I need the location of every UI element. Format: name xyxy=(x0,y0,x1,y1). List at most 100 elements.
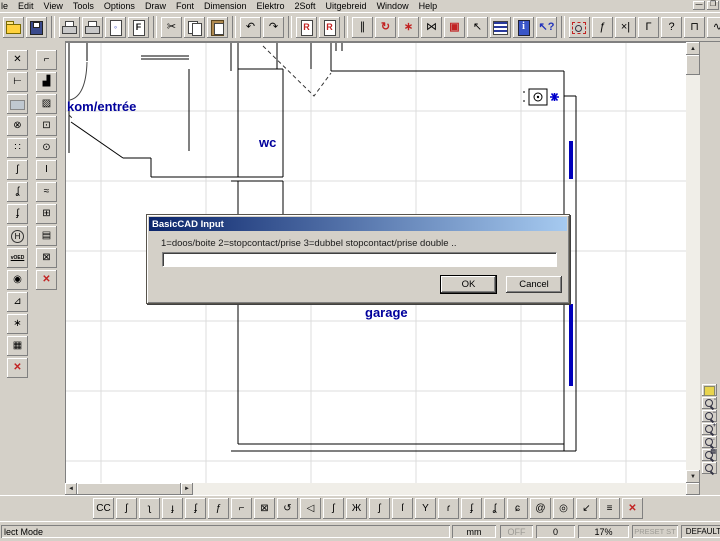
wire-line-button[interactable]: ∿ xyxy=(707,16,720,38)
menu-item-view[interactable]: View xyxy=(44,1,63,11)
line-snap-button[interactable]: ∗ xyxy=(398,16,419,38)
mirror-button[interactable]: ⋈ xyxy=(421,16,442,38)
menu-item-help[interactable]: Help xyxy=(419,1,438,11)
print-button[interactable] xyxy=(59,16,80,38)
menu-item-tools[interactable]: Tools xyxy=(73,1,94,11)
switch-10-button[interactable]: ʄ xyxy=(461,498,482,519)
blank-swatch-button[interactable] xyxy=(7,94,28,114)
dialog-input[interactable] xyxy=(162,252,557,267)
open-file-button[interactable] xyxy=(3,16,24,38)
flag-symbol-button[interactable]: ⊿ xyxy=(7,292,28,312)
cancel-button[interactable]: Cancel xyxy=(506,276,562,293)
panel-table-button[interactable]: ≡ xyxy=(599,498,620,519)
fan-symbol-button[interactable]: ∗ xyxy=(7,314,28,334)
redline-button[interactable]: R xyxy=(296,16,317,38)
star-box-tool-button[interactable]: ⊞ xyxy=(36,204,57,224)
switch-7-button[interactable]: ʃ xyxy=(369,498,390,519)
context-help-button[interactable]: ↖? xyxy=(536,16,557,38)
menu-item-options[interactable]: Options xyxy=(104,1,135,11)
horizontal-scrollbar[interactable]: ◄ ► xyxy=(65,483,686,495)
box-point-tool-button[interactable]: ⊡ xyxy=(36,116,57,136)
cut-button[interactable]: ✂ xyxy=(161,16,182,38)
zoom-window-tool-button[interactable]: ▫ xyxy=(702,397,717,409)
lamp-arrow-button[interactable]: ◁ xyxy=(300,498,321,519)
ibeam-tool-button[interactable]: Ι xyxy=(36,160,57,180)
minimize-icon[interactable]: — xyxy=(693,1,705,10)
status-preset[interactable]: PRESET ST xyxy=(632,525,678,538)
x-box-tool-button[interactable]: ⊠ xyxy=(36,248,57,268)
switch-single-symbol-button[interactable]: ʃ xyxy=(7,160,28,180)
corner-trim-button[interactable]: Γ xyxy=(638,16,659,38)
stats-tool-button[interactable]: ▟ xyxy=(36,72,57,92)
undo-button[interactable]: ↶ xyxy=(240,16,261,38)
dialog-titlebar[interactable]: BasicCAD Input xyxy=(149,217,567,231)
erase-symbol-button[interactable]: ✕ xyxy=(7,50,28,70)
scroll-up-button[interactable]: ▲ xyxy=(686,42,700,55)
h-circle-symbol-button[interactable]: H xyxy=(7,226,28,246)
zoom-page-tool-button[interactable]: ▤ xyxy=(702,449,717,461)
pointer-down-button[interactable]: ↙ xyxy=(576,498,597,519)
dimension-style-button[interactable]: ⊓ xyxy=(684,16,705,38)
select-box-button[interactable]: ▣ xyxy=(444,16,465,38)
redo-button[interactable]: ↷ xyxy=(263,16,284,38)
lamp-symbol-button[interactable]: ⊗ xyxy=(7,116,28,136)
switch-double-symbol-button[interactable]: ʄ xyxy=(7,204,28,224)
status-snap-toggle[interactable]: OFF xyxy=(500,525,533,538)
clock-symbol-button[interactable]: ↺ xyxy=(277,498,298,519)
scroll-left-button[interactable]: ◄ xyxy=(65,483,77,495)
dash-line-button[interactable]: ⌐ xyxy=(231,498,252,519)
maximize-icon[interactable]: ❐ xyxy=(707,1,719,10)
menu-item-edit[interactable]: Edit xyxy=(18,1,34,11)
parallel-lines-button[interactable]: ∥ xyxy=(352,16,373,38)
switch-3-button[interactable]: ɟ xyxy=(162,498,183,519)
delete-bottom-button[interactable]: ✕ xyxy=(622,498,643,519)
zoom-extents-tool-button[interactable]: ↔ xyxy=(702,436,717,448)
switch-2-button[interactable]: ʅ xyxy=(139,498,160,519)
menu-item-uitgebreid[interactable]: Uitgebreid xyxy=(326,1,367,11)
yellow-tool-button[interactable] xyxy=(702,384,717,396)
delete-symbol-button[interactable]: ✕ xyxy=(7,358,28,378)
hatch-tool-button[interactable]: ▨ xyxy=(36,94,57,114)
spot-symbol-button[interactable]: ◉ xyxy=(7,270,28,290)
horizontal-scroll-thumb[interactable] xyxy=(77,483,181,495)
copy-button[interactable] xyxy=(184,16,205,38)
scroll-right-button[interactable]: ► xyxy=(181,483,193,495)
switch-4-button[interactable]: ʄ xyxy=(185,498,206,519)
switch-pull-symbol-button[interactable]: ʆ xyxy=(7,182,28,202)
paste-button[interactable] xyxy=(207,16,228,38)
info-button[interactable]: i xyxy=(513,16,534,38)
switch-8-button[interactable]: ſ xyxy=(392,498,413,519)
dash-box-tool-button[interactable]: ▤ xyxy=(36,226,57,246)
socket-h-button[interactable]: ◎ xyxy=(553,498,574,519)
switch-12-button[interactable]: ɕ xyxy=(507,498,528,519)
switch-11-button[interactable]: ʆ xyxy=(484,498,505,519)
switch-6-button[interactable]: ʃ xyxy=(323,498,344,519)
delete-entity-button[interactable]: ×| xyxy=(615,16,636,38)
function-edit-button[interactable]: ƒ xyxy=(592,16,613,38)
socket-a-button[interactable]: @ xyxy=(530,498,551,519)
menu-item-font[interactable]: Font xyxy=(176,1,194,11)
rotate-button[interactable]: ↻ xyxy=(375,16,396,38)
help-button[interactable]: ? xyxy=(661,16,682,38)
switch-9-button[interactable]: ɾ xyxy=(438,498,459,519)
menu-item-le[interactable]: le xyxy=(1,1,8,11)
timer-box-button[interactable]: ⊠ xyxy=(254,498,275,519)
zoom-window-button[interactable] xyxy=(569,16,590,38)
save-button[interactable] xyxy=(26,16,47,38)
corner-tool-button[interactable]: ⌐ xyxy=(36,50,57,70)
layer-list-button[interactable] xyxy=(490,16,511,38)
menu-item-dimension[interactable]: Dimension xyxy=(204,1,247,11)
ok-button[interactable]: OK xyxy=(440,275,497,294)
pick-point-button[interactable]: ↖ xyxy=(467,16,488,38)
switch-1-button[interactable]: ʃ xyxy=(116,498,137,519)
wave-box-tool-button[interactable]: ≈ xyxy=(36,182,57,202)
circle-point-tool-button[interactable]: ⊙ xyxy=(36,138,57,158)
zoom-in-tool-button[interactable]: + xyxy=(702,423,717,435)
menu-item-window[interactable]: Window xyxy=(377,1,409,11)
menu-item-elektro[interactable]: Elektro xyxy=(257,1,285,11)
y-symbol-button[interactable]: Y xyxy=(415,498,436,519)
socket-box-symbol-button[interactable]: ∷ xyxy=(7,138,28,158)
menu-item-draw[interactable]: Draw xyxy=(145,1,166,11)
switch-5-button[interactable]: ƒ xyxy=(208,498,229,519)
delete-tool-button[interactable]: ✕ xyxy=(36,270,57,290)
